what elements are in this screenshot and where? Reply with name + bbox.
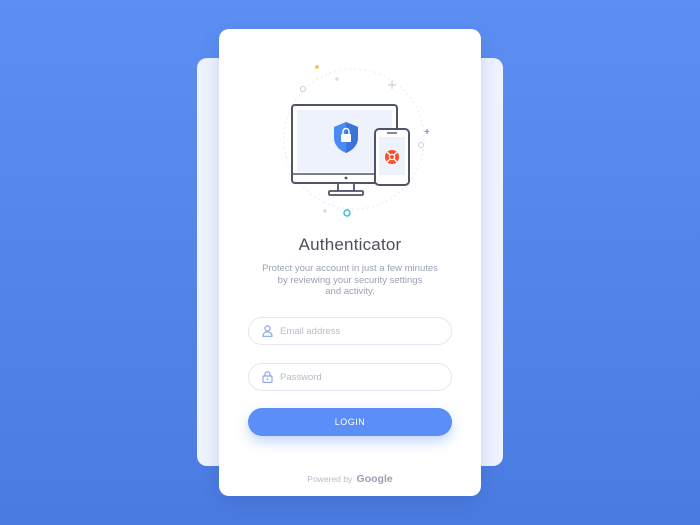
- user-icon: [261, 325, 273, 337]
- description-line: and activity.: [325, 286, 375, 297]
- password-input[interactable]: [280, 371, 440, 383]
- email-input[interactable]: [280, 325, 440, 337]
- login-card: Authenticator Protect your account in ju…: [219, 29, 481, 496]
- page-title: Authenticator: [298, 235, 402, 254]
- secure-devices-icon: [283, 65, 429, 217]
- lock-icon: [261, 371, 273, 383]
- powered-by: Powered by Google: [219, 473, 481, 485]
- password-field[interactable]: [248, 363, 452, 391]
- description: Protect your account in just a few minut…: [249, 263, 451, 298]
- google-logo: Google: [356, 473, 393, 485]
- email-field[interactable]: [248, 317, 452, 345]
- description-line: Protect your account in just a few minut…: [262, 263, 438, 274]
- login-button[interactable]: LOGIN: [248, 408, 452, 436]
- powered-by-label: Powered by: [307, 474, 353, 484]
- description-line: by reviewing your security settings: [277, 274, 423, 286]
